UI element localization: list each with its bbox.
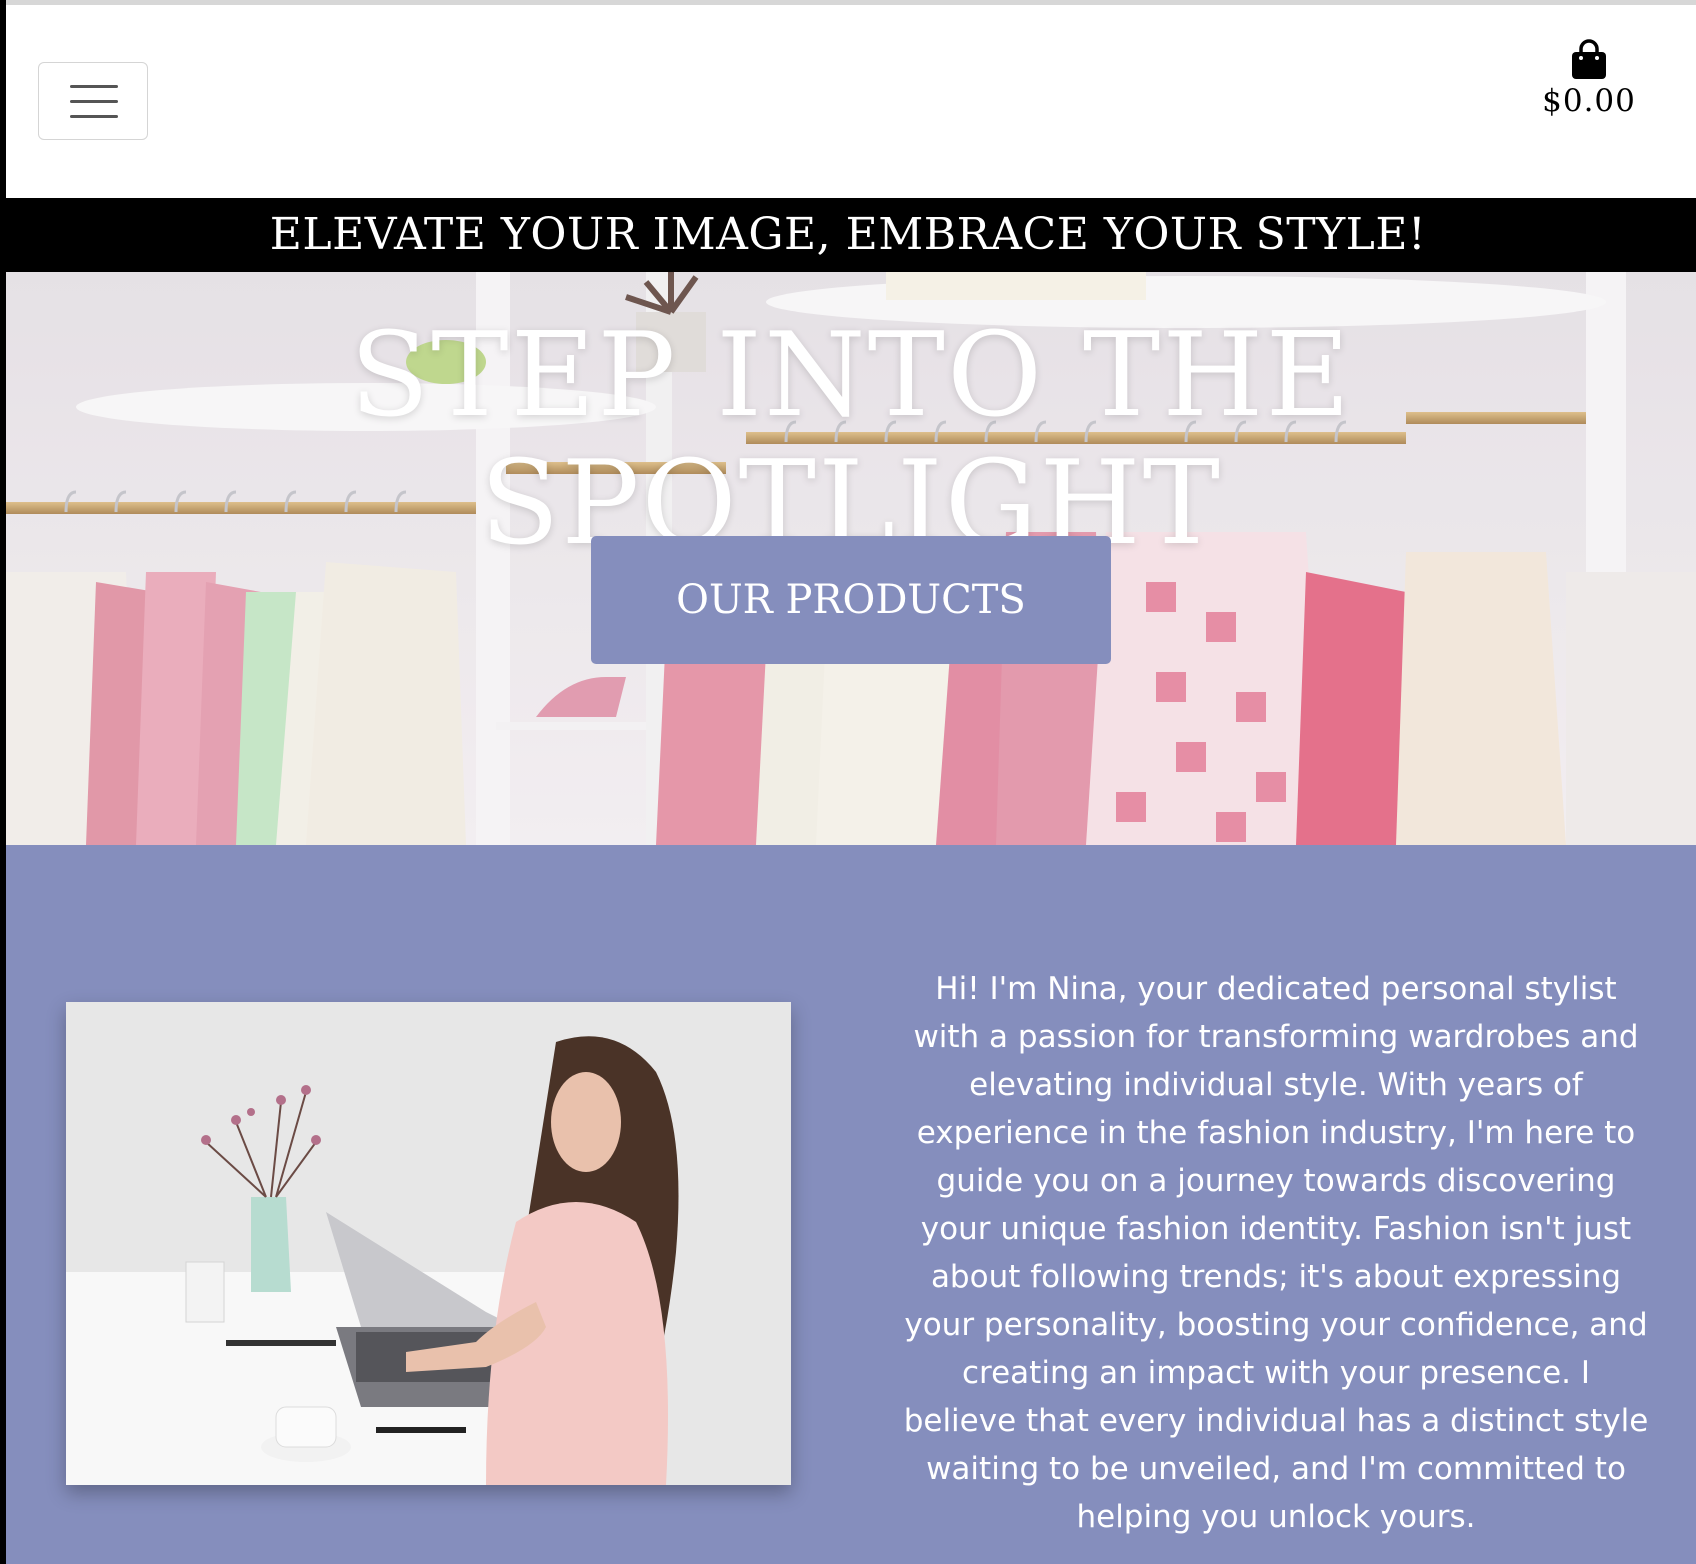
stylist-at-laptop-image — [66, 1002, 791, 1485]
menu-line — [70, 115, 118, 118]
menu-line — [70, 85, 118, 88]
cart-button[interactable]: $0.00 — [1534, 39, 1644, 119]
menu-line — [70, 100, 118, 103]
hero-section: STEP INTO THE SPOTLIGHT OUR PRODUCTS — [6, 272, 1696, 845]
hero-title: STEP INTO THE SPOTLIGHT — [349, 308, 1353, 571]
navbar: $0.00 — [6, 5, 1696, 198]
about-paragraph: Hi! I'm Nina, your dedicated personal st… — [903, 971, 1649, 1535]
stylist-photo — [66, 1002, 791, 1485]
shopping-bag-icon — [1572, 39, 1606, 79]
cart-total: $0.00 — [1542, 83, 1636, 119]
hamburger-menu-button[interactable] — [38, 62, 148, 140]
about-section: Hi! I'm Nina, your dedicated personal st… — [6, 845, 1696, 1564]
promo-banner: ELEVATE YOUR IMAGE, EMBRACE YOUR STYLE! — [0, 198, 1696, 272]
our-products-button[interactable]: OUR PRODUCTS — [591, 536, 1111, 664]
